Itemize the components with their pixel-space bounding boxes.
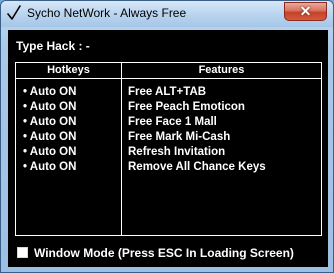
table-row: • Auto ON Refresh Invitation	[16, 145, 321, 160]
feature-cell: Free Peach Emoticon	[128, 101, 245, 113]
table-row: • Auto ON Free ALT+TAB	[16, 85, 321, 100]
hotkey-cell: • Auto ON	[23, 116, 77, 128]
hotkey-cell: • Auto ON	[23, 131, 77, 143]
table-row: • Auto ON Free Mark Mi-Cash	[16, 130, 321, 145]
header-features: Features	[198, 64, 245, 76]
app-window: Sycho NetWork - Always Free ✕ Type Hack …	[0, 0, 334, 273]
table-row: • Auto ON Free Face 1 Mall	[16, 115, 321, 130]
feature-cell: Free ALT+TAB	[128, 86, 207, 98]
window-mode-checkbox[interactable]	[17, 247, 28, 258]
header-hotkeys: Hotkeys	[47, 64, 90, 76]
hotkey-cell: • Auto ON	[23, 146, 77, 158]
header-divider	[16, 78, 321, 79]
title-bar[interactable]: Sycho NetWork - Always Free ✕	[1, 1, 333, 27]
hotkey-cell: • Auto ON	[23, 101, 77, 113]
type-hack-label: Type Hack : -	[16, 39, 90, 53]
hotkeys-table: Hotkeys Features • Auto ON Free ALT+TAB …	[15, 62, 322, 236]
close-icon[interactable]: ✕	[285, 3, 326, 20]
feature-cell: Free Face 1 Mall	[128, 116, 217, 128]
checkmark-icon	[7, 5, 21, 21]
window-mode-label[interactable]: Window Mode (Press ESC In Loading Screen…	[34, 246, 294, 260]
feature-cell: Free Mark Mi-Cash	[128, 131, 231, 143]
feature-cell: Remove All Chance Keys	[128, 161, 266, 173]
feature-cell: Refresh Invitation	[128, 146, 226, 158]
window-title: Sycho NetWork - Always Free	[27, 6, 187, 20]
table-row: • Auto ON Free Peach Emoticon	[16, 100, 321, 115]
client-area: Type Hack : - Hotkeys Features • Auto ON…	[8, 30, 328, 267]
close-button[interactable]: ✕	[284, 2, 327, 21]
hotkey-cell: • Auto ON	[23, 86, 77, 98]
hotkey-cell: • Auto ON	[23, 161, 77, 173]
table-row: • Auto ON Remove All Chance Keys	[16, 160, 321, 175]
